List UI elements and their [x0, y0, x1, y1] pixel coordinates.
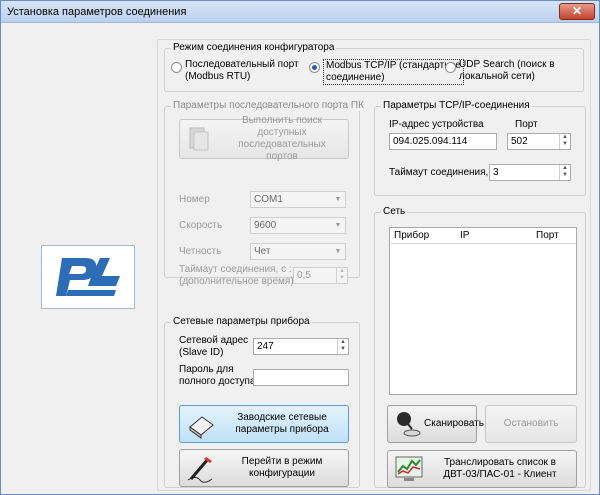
column-port[interactable]: Порт: [536, 230, 559, 241]
device-network-legend: Сетевые параметры прибора: [171, 316, 312, 327]
chevron-down-icon: ▼: [334, 196, 342, 203]
spin-down-icon: ▼: [562, 172, 568, 178]
title-bar[interactable]: Установка параметров соединения ✕: [1, 1, 599, 23]
tcp-timeout-spinner[interactable]: ▲ ▼: [559, 165, 570, 180]
device-list-header: Прибор IP Порт: [390, 228, 576, 244]
tcp-settings-legend: Параметры TCP/IP-соединения: [381, 100, 532, 111]
slave-address-input[interactable]: 247 ▲ ▼: [253, 338, 349, 355]
device-list[interactable]: Прибор IP Порт: [389, 227, 577, 395]
speed-select[interactable]: 9600 ▼: [250, 217, 346, 234]
tcp-timeout-input[interactable]: 3 ▲ ▼: [489, 164, 571, 181]
port-search-icon: [189, 127, 209, 151]
pen-edit-icon: [187, 457, 213, 483]
radio-modbus-tcp-dot[interactable]: [309, 62, 320, 73]
port-spinner[interactable]: ▲ ▼: [559, 134, 570, 149]
chevron-down-icon: ▼: [334, 222, 342, 229]
company-logo: [41, 245, 135, 309]
window-title: Установка параметров соединения: [7, 6, 187, 18]
search-ports-button[interactable]: Выполнить поиск доступных последовательны…: [179, 115, 349, 162]
port-number-select[interactable]: COM1 ▼: [250, 191, 346, 208]
port-input[interactable]: 502 ▲ ▼: [507, 133, 571, 150]
ip-address-input[interactable]: 094.025.094.114: [389, 133, 497, 150]
scan-button[interactable]: Сканировать: [387, 405, 484, 443]
radio-udp-dot[interactable]: [445, 62, 456, 73]
chart-monitor-icon: [395, 456, 423, 481]
chevron-down-icon: ▼: [334, 248, 342, 255]
password-label: Пароль для полного доступа: [179, 364, 256, 387]
spin-down-icon: ▼: [339, 275, 345, 281]
spin-up-icon: ▲: [339, 268, 345, 274]
stop-button[interactable]: Остановить: [485, 405, 577, 443]
port-number-label: Номер: [179, 194, 210, 205]
ip-address-label: IP-адрес устройства: [389, 119, 484, 130]
radio-serial-port[interactable]: Последовательный порт (Modbus RTU): [171, 59, 299, 83]
radar-dish-icon: [397, 412, 421, 437]
password-input[interactable]: [253, 369, 349, 386]
spin-up-icon: ▲: [562, 134, 568, 140]
spin-up-icon: ▲: [562, 165, 568, 171]
radio-modbus-tcp[interactable]: Modbus TCP/IP (стандартное соединение): [309, 59, 464, 85]
logo-icon: [46, 250, 130, 304]
connection-mode-legend: Режим соединения конфигуратора: [171, 42, 337, 53]
connection-settings-window: Установка параметров соединения ✕ Режим …: [0, 0, 600, 495]
broadcast-list-button[interactable]: Транслировать список в ДВТ-03/ПАС-01 - Кл…: [387, 450, 577, 488]
port-label: Порт: [515, 119, 538, 130]
configuration-mode-button[interactable]: Перейти в режим конфигурации: [179, 449, 349, 487]
speed-label: Скорость: [179, 220, 223, 231]
spin-down-icon: ▼: [562, 141, 568, 147]
serial-port-group: Параметры последовательного порта ПК Вып…: [164, 100, 366, 287]
tcp-settings-group: Параметры TCP/IP-соединения IP-адрес уст…: [374, 100, 586, 196]
close-button[interactable]: ✕: [559, 3, 595, 20]
slave-address-spinner[interactable]: ▲ ▼: [337, 339, 348, 354]
parity-select[interactable]: Чет ▼: [250, 243, 346, 260]
eraser-icon: [189, 416, 214, 439]
serial-port-legend: Параметры последовательного порта ПК: [171, 100, 366, 111]
spin-up-icon: ▲: [340, 339, 346, 345]
serial-timeout-label: Таймаут соединения, с : (дополнительное в…: [179, 264, 294, 287]
radio-udp-search[interactable]: UDP Search (поиск в локальной сети): [445, 59, 555, 83]
slave-address-label: Сетевой адрес (Slave ID): [179, 335, 249, 358]
close-icon: ✕: [571, 4, 583, 18]
device-network-group: Сетевые параметры прибора Сетевой адрес(…: [164, 316, 360, 488]
connection-mode-group: Режим соединения конфигуратора Последова…: [164, 42, 584, 92]
column-device[interactable]: Прибор: [394, 230, 429, 241]
spin-down-icon: ▼: [340, 346, 346, 352]
tcp-timeout-label: Таймаут соединения, с:: [389, 167, 499, 178]
network-group: Сеть Прибор IP Порт Сканировать Останови…: [374, 206, 586, 488]
factory-settings-button[interactable]: Заводские сетевые параметры прибора: [179, 405, 349, 443]
network-legend: Сеть: [381, 206, 408, 217]
serial-timeout-spinner[interactable]: ▲ ▼: [336, 268, 347, 283]
radio-serial-dot[interactable]: [171, 62, 182, 73]
settings-panel: Режим соединения конфигуратора Последова…: [157, 39, 591, 491]
column-ip[interactable]: IP: [460, 230, 469, 241]
parity-label: Четность: [179, 246, 222, 257]
serial-timeout-input[interactable]: 0,5 ▲ ▼: [293, 267, 348, 284]
window-client-area: Режим соединения конфигуратора Последова…: [5, 25, 595, 491]
